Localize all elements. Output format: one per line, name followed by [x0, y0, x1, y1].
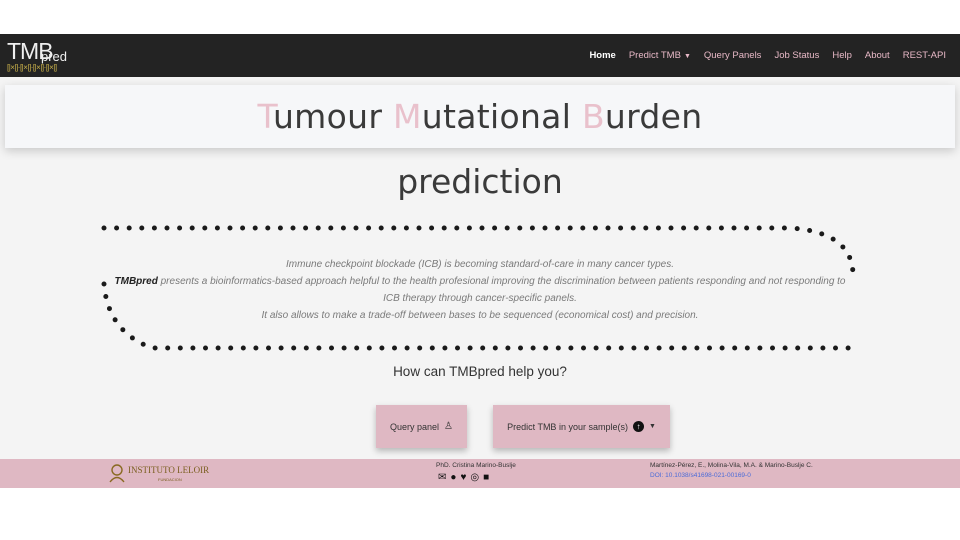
- nav-item-query-panels[interactable]: Query Panels: [704, 50, 762, 61]
- dna-graphic: [|×|]·[|×|]·[|×|]·[|×|]: [7, 63, 57, 72]
- nav-item-predict-tmb[interactable]: Predict TMB ▼: [629, 50, 691, 61]
- nav-item-help[interactable]: Help: [832, 50, 852, 61]
- description: Immune checkpoint blockade (ICB) is beco…: [110, 256, 850, 324]
- author-name: PhD. Cristina Marino-Buslje: [436, 462, 516, 469]
- nav-item-about[interactable]: About: [865, 50, 890, 61]
- page-body: TMB pred [|×|]·[|×|]·[|×|]·[|×|] Home Pr…: [0, 34, 960, 488]
- leloir-subtitle: FUNDACION: [158, 477, 182, 482]
- brand-name: TMBpred: [114, 276, 158, 287]
- predict-tmb-button[interactable]: Predict TMB in your sample(s) ↑ ▼: [493, 405, 670, 448]
- github-icon[interactable]: ●: [450, 472, 456, 483]
- leloir-name: INSTITUTO LELOIR: [128, 465, 210, 475]
- title-card: Tumour Mutational Burden: [5, 85, 955, 148]
- leloir-emblem-icon: [109, 464, 125, 483]
- instagram-icon[interactable]: ◎: [470, 472, 479, 483]
- navbar: TMB pred [|×|]·[|×|]·[|×|]·[|×|] Home Pr…: [0, 34, 960, 77]
- nav-item-rest-api[interactable]: REST-API: [903, 50, 946, 61]
- caret-down-icon: ▼: [648, 423, 656, 430]
- footer: INSTITUTO LELOIR FUNDACION PhD. Cristina…: [0, 459, 960, 488]
- help-question: How can TMBpred help you?: [393, 364, 567, 379]
- nav-item-job-status[interactable]: Job Status: [774, 50, 819, 61]
- predict-tmb-label: Predict TMB in your sample(s): [507, 421, 628, 432]
- doi-link[interactable]: DOI: 10.1038/s41698-021-00169-0: [650, 472, 751, 479]
- caret-down-icon: ▼: [683, 53, 691, 60]
- email-icon[interactable]: ✉: [438, 472, 446, 483]
- query-panel-label: Query panel: [390, 421, 440, 432]
- social-links: ✉ ● ♥ ◎ ■: [438, 472, 489, 483]
- nav-item-home[interactable]: Home: [589, 50, 615, 61]
- twitter-icon[interactable]: ♥: [460, 472, 466, 483]
- tmbpred-logo[interactable]: TMB pred [|×|]·[|×|]·[|×|]·[|×|]: [7, 38, 77, 72]
- query-panel-button[interactable]: Query panel ♙: [376, 405, 467, 448]
- user-icon: ♙: [444, 421, 453, 432]
- citation: Martínez-Pérez, E., Molina-Vila, M.A. & …: [650, 462, 813, 469]
- description-line-3: It also allows to make a trade-off betwe…: [261, 310, 699, 321]
- page-title: Tumour Mutational Burden: [257, 97, 703, 136]
- nav-item-predict-tmb-label: Predict TMB: [628, 50, 681, 61]
- nav-menu: Home Predict TMB ▼ Query Panels Job Statu…: [589, 34, 946, 77]
- logo-sub-text: pred: [41, 49, 68, 64]
- upload-circle-icon: ↑: [632, 421, 644, 432]
- description-line-1: Immune checkpoint blockade (ICB) is beco…: [286, 259, 674, 270]
- page-subtitle: prediction: [397, 162, 563, 201]
- linkedin-icon[interactable]: ■: [483, 472, 489, 483]
- description-line-2: TMBpred presents a bioinformatics-based …: [114, 276, 846, 304]
